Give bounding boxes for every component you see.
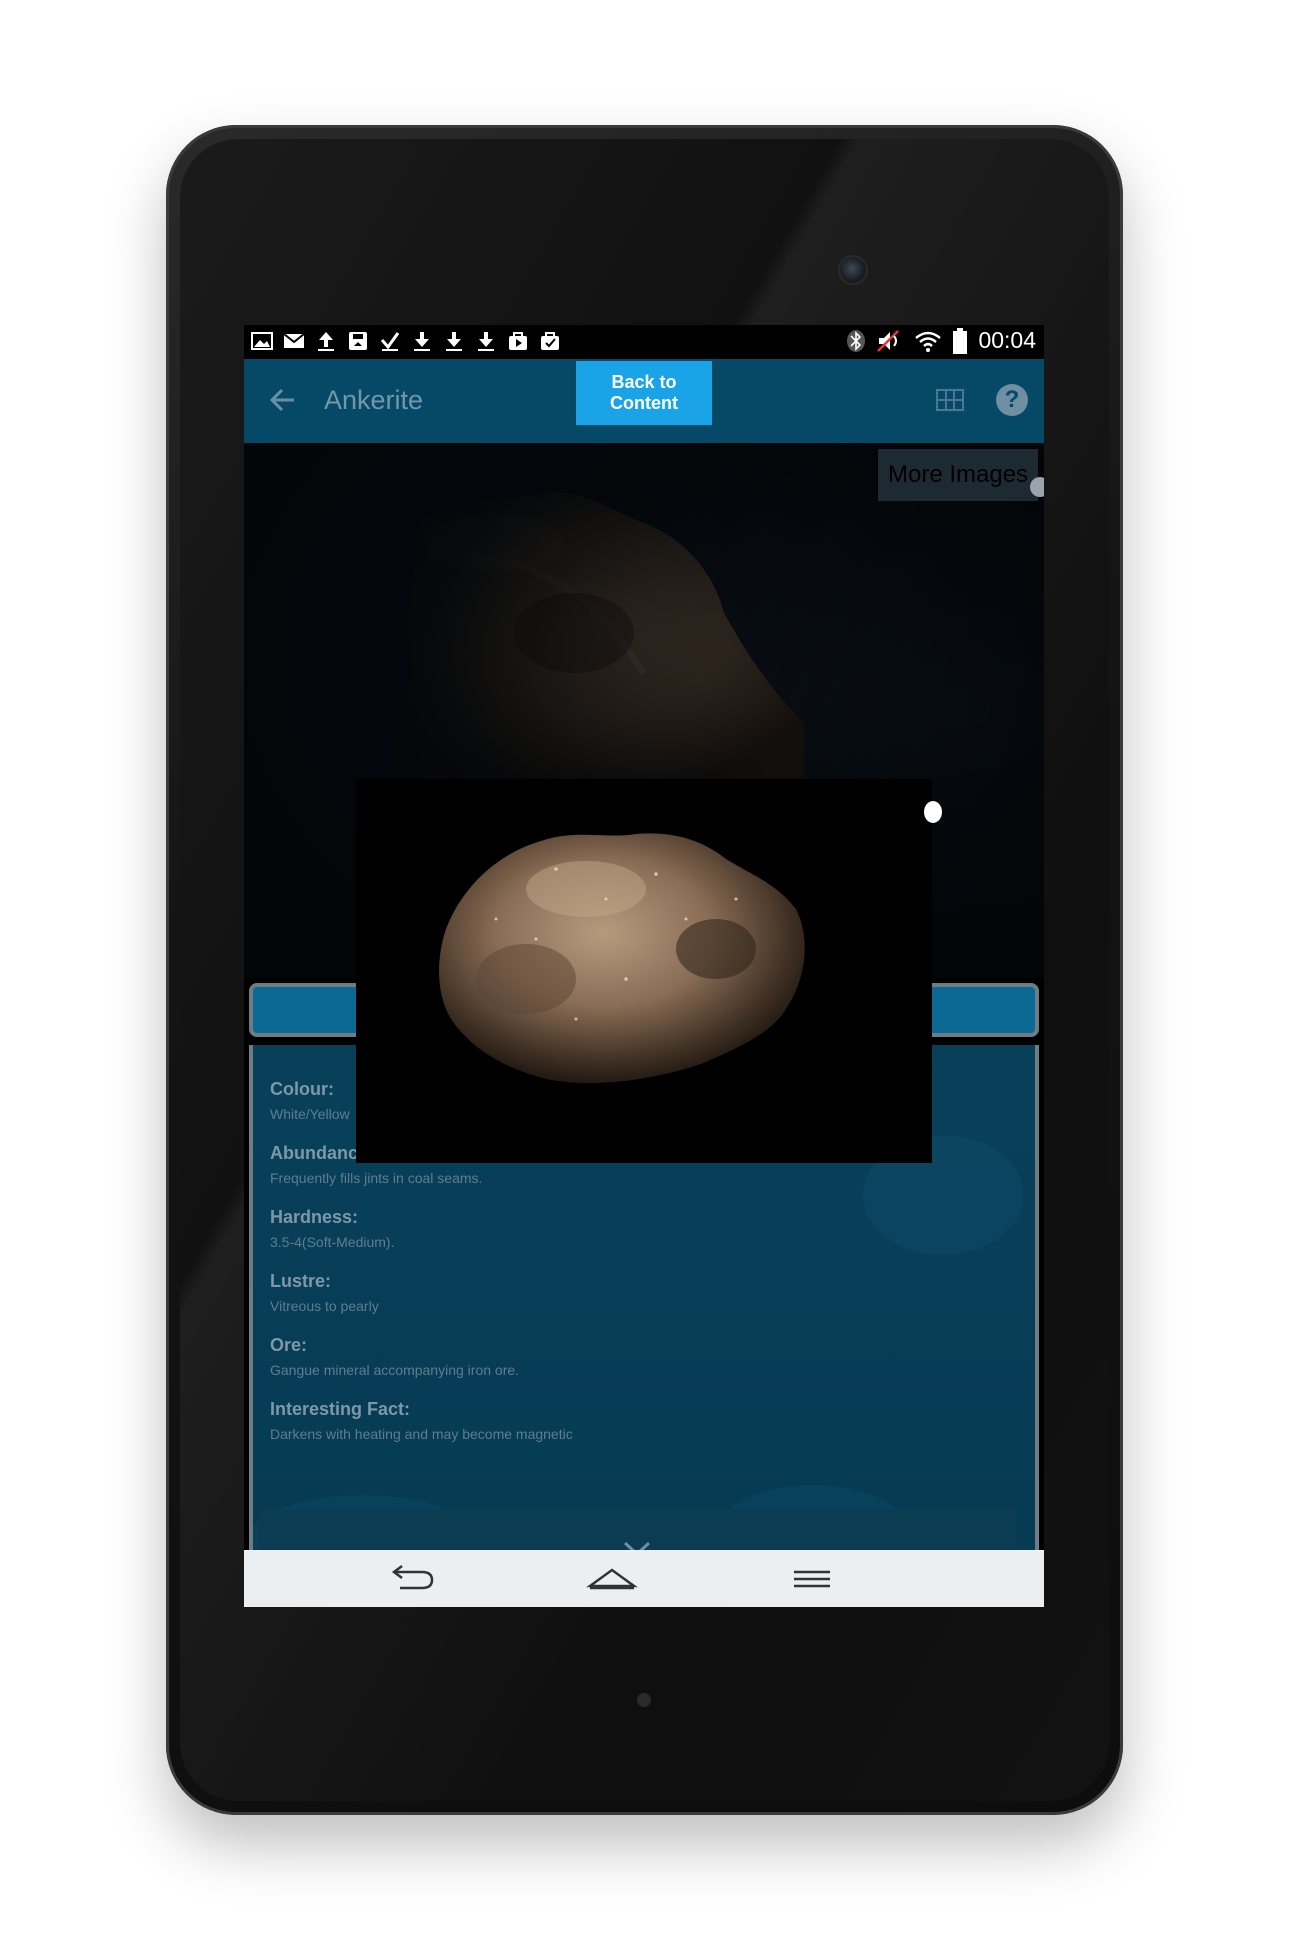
back-to-content-button[interactable]: Back to Content: [576, 361, 712, 425]
menu-nav-icon: [794, 1570, 830, 1588]
app-bar: Ankerite Back to Content ?: [244, 359, 1044, 443]
download-icon: [414, 332, 430, 351]
wifi-icon: [915, 331, 942, 352]
property-colour: Colour: White/Yellow: [270, 1079, 350, 1122]
back-arrow-icon[interactable]: [268, 385, 298, 415]
property-value: Frequently fills jints in coal seams.: [270, 1170, 483, 1186]
property-ore: Ore: Gangue mineral accompanying iron or…: [270, 1335, 519, 1378]
notification-icons: [250, 329, 562, 353]
battery-icon: [953, 327, 968, 354]
bag-check-icon: [541, 332, 559, 350]
popup-indicator: [924, 801, 942, 823]
property-interesting-fact: Interesting Fact: Darkens with heating a…: [270, 1399, 573, 1442]
mineral-photo: [439, 833, 805, 1084]
menu-nav-button[interactable]: [782, 1558, 842, 1598]
status-clock: 00:04: [978, 327, 1036, 353]
device-sensor-dot: [637, 1693, 651, 1707]
system-status-icons: 00:04: [846, 327, 1036, 354]
image-icon: [251, 332, 273, 350]
bluetooth-icon: [847, 329, 866, 352]
mail-icon: [283, 333, 305, 348]
property-lustre: Lustre: Vitreous to pearly: [270, 1271, 379, 1314]
property-value: 3.5-4(Soft-Medium).: [270, 1234, 395, 1250]
save-icon: [349, 332, 367, 350]
system-nav-bar: [244, 1550, 1044, 1607]
property-label: Interesting Fact:: [270, 1399, 411, 1419]
property-label: Colour:: [270, 1079, 334, 1099]
download-icon: [478, 332, 494, 351]
video-store-icon: [509, 332, 527, 350]
home-nav-icon: [586, 1568, 638, 1590]
carousel-indicator: [1030, 477, 1044, 497]
status-bar: 00:04: [244, 325, 1044, 359]
page-title: Ankerite: [324, 385, 424, 415]
more-images-button[interactable]: More Images: [878, 449, 1038, 501]
help-icon[interactable]: ?: [996, 384, 1028, 416]
download-icon: [446, 332, 462, 351]
device-screen: 00:04 More Images Ankerite Back to Conte…: [244, 325, 1044, 1607]
property-value: Gangue mineral accompanying iron ore.: [270, 1362, 520, 1378]
mineral-image-popup[interactable]: [356, 779, 932, 1163]
check-icon: [380, 332, 400, 351]
volume-muted-icon: [877, 329, 900, 352]
upload-icon: [318, 332, 334, 351]
property-hardness: Hardness: 3.5-4(Soft-Medium).: [270, 1207, 394, 1250]
back-nav-button[interactable]: [382, 1558, 442, 1598]
front-camera: [838, 255, 868, 285]
property-value: White/Yellow: [270, 1106, 350, 1122]
home-nav-button[interactable]: [582, 1558, 642, 1598]
back-nav-icon: [391, 1565, 434, 1590]
property-label: Hardness:: [270, 1207, 359, 1227]
grid-view-icon[interactable]: [936, 389, 964, 411]
property-label: Lustre:: [270, 1271, 332, 1291]
property-value: Darkens with heating and may become magn…: [270, 1426, 573, 1442]
property-label: Ore:: [270, 1335, 308, 1355]
property-value: Vitreous to pearly: [270, 1298, 379, 1314]
